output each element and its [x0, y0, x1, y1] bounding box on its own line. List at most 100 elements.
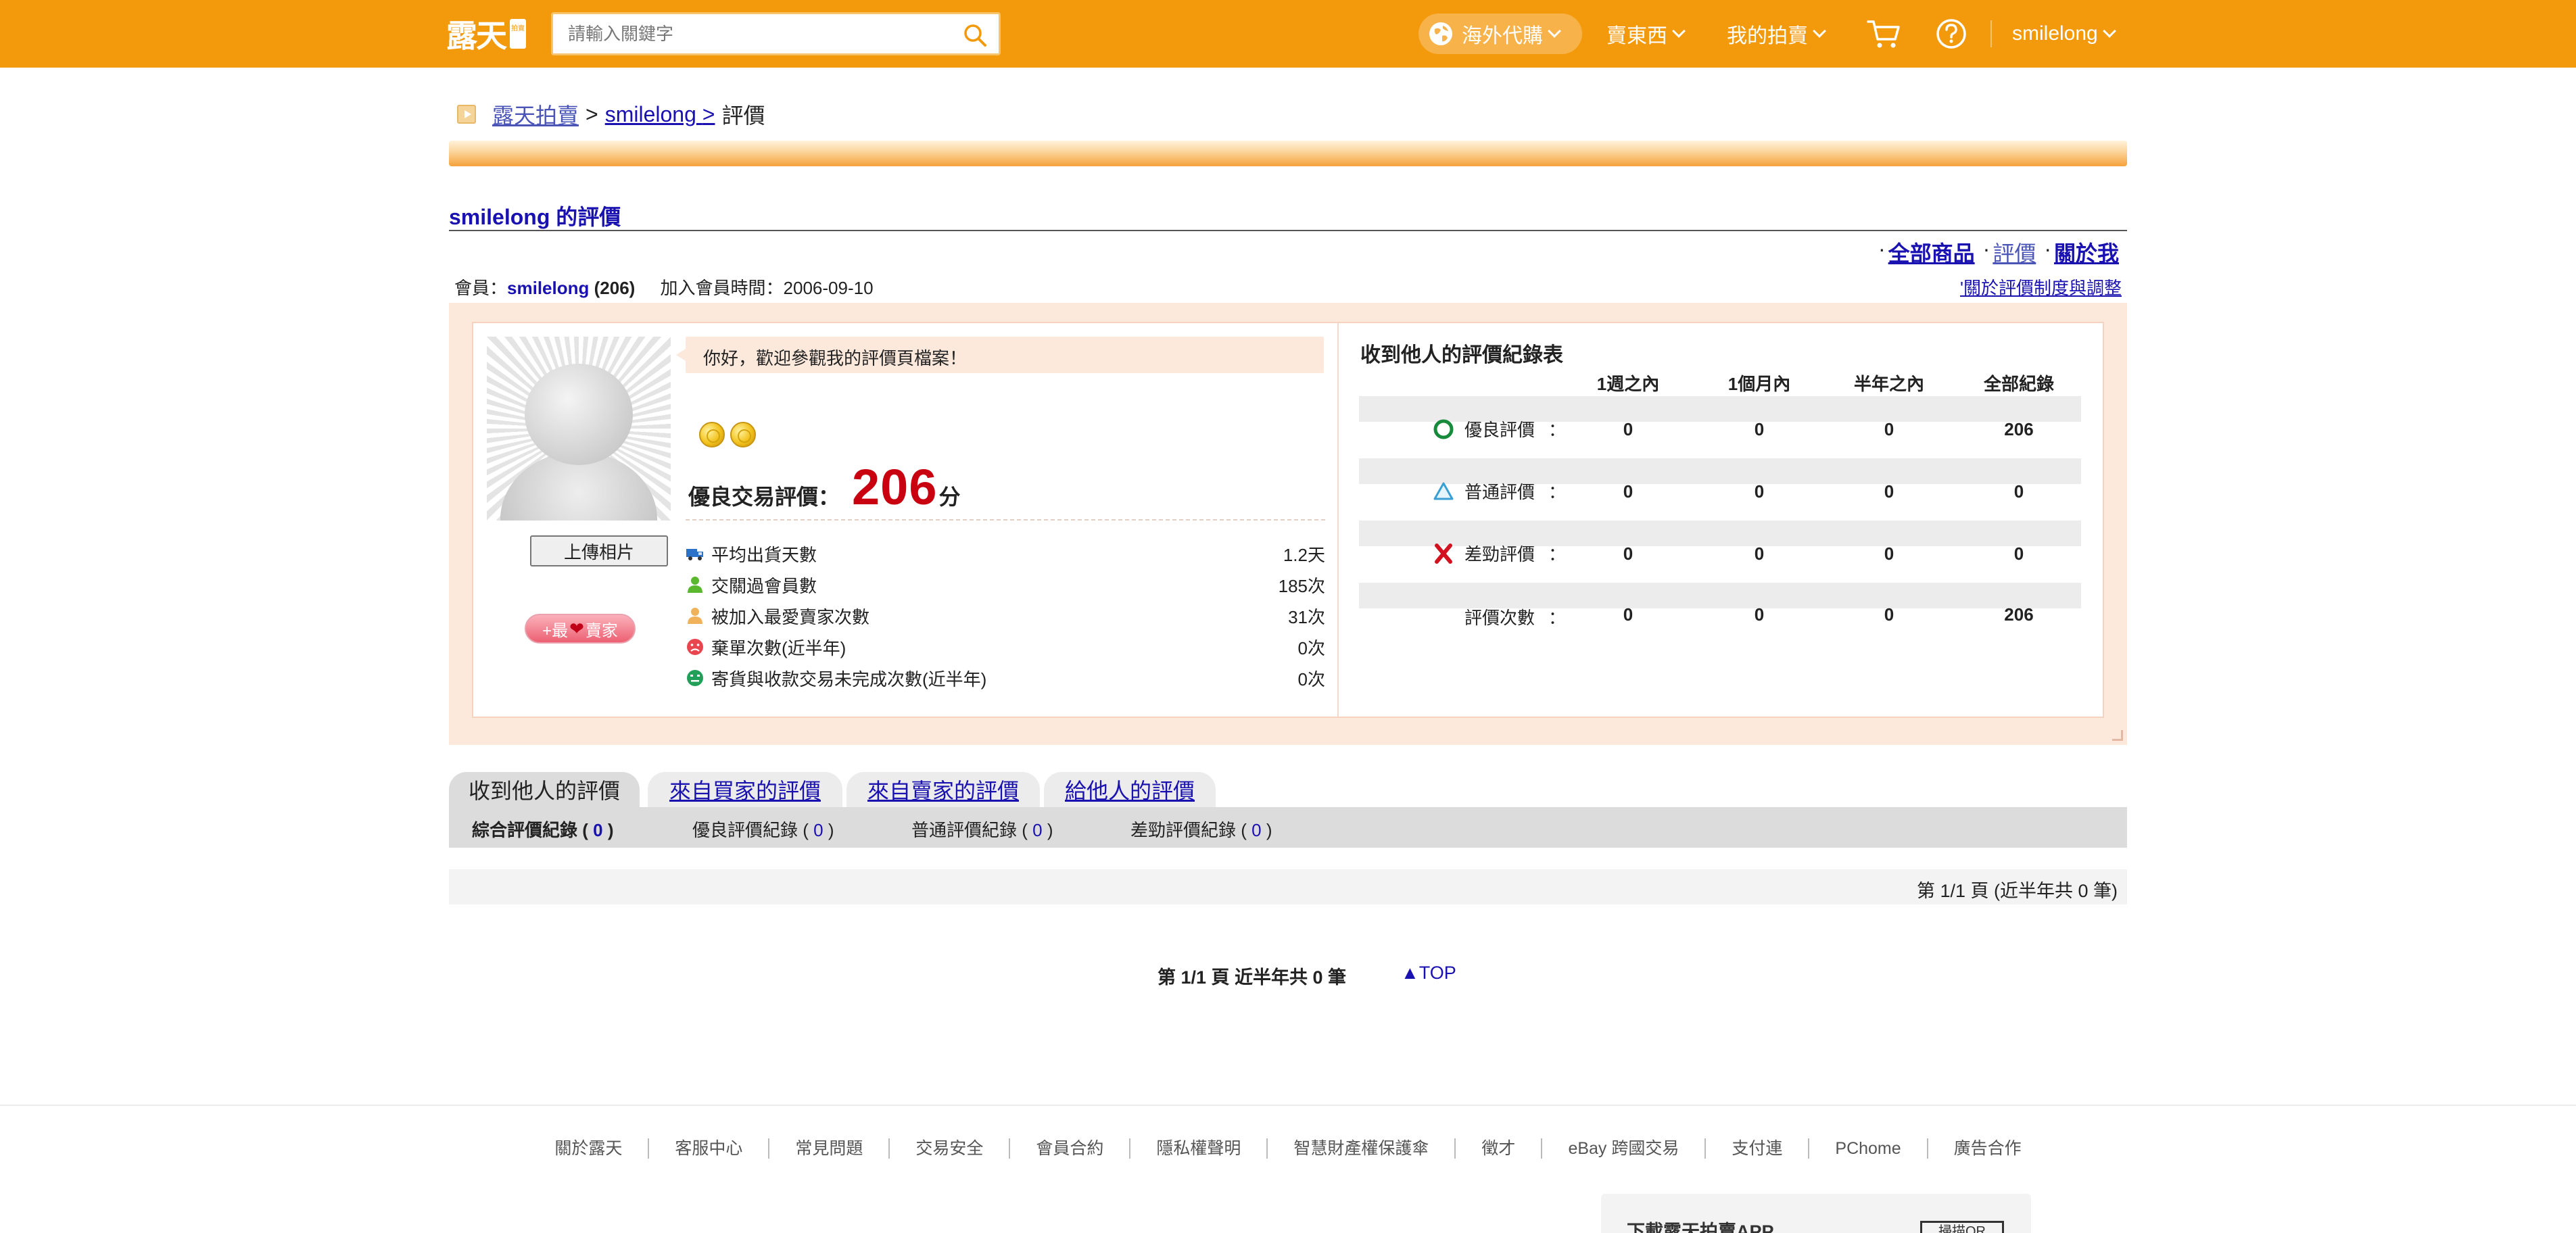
back-to-top-link[interactable]: ▲TOP: [1401, 963, 1456, 984]
subtab-good-ratings[interactable]: 優良評價紀錄 ( 0 ): [692, 817, 834, 842]
stat-row: 平均出貨天數 1.2天: [686, 538, 1325, 569]
abandon-icon: [687, 639, 703, 655]
rating-cell: 0: [2013, 481, 2024, 502]
footer-links: 關於露天 客服中心 常見問題 交易安全 會員合約 隱私權聲明 智慧財產權保護傘 …: [0, 1138, 2576, 1159]
subtab-all-ratings[interactable]: 綜合評價紀錄 ( 0 ): [472, 817, 613, 842]
subtab-bad-ratings[interactable]: 差勁評價紀錄 ( 0 ): [1130, 817, 1272, 842]
rating-cell: 0: [1884, 543, 1894, 564]
footer-link[interactable]: 關於露天: [529, 1138, 650, 1159]
footer-link[interactable]: 交易安全: [890, 1138, 1011, 1159]
avatar-head: [525, 364, 633, 465]
greeting-bubble: 你好，歡迎參觀我的評價頁檔案！: [676, 337, 1324, 373]
rating-cell: 0: [1623, 604, 1633, 625]
footer-link[interactable]: 客服中心: [649, 1138, 770, 1159]
footer-link[interactable]: 支付連: [1706, 1138, 1810, 1159]
search-input[interactable]: [553, 14, 945, 53]
ratings-link[interactable]: 評價: [1993, 237, 2036, 268]
subtab-neutral-ratings[interactable]: 普通評價紀錄 ( 0 ): [911, 817, 1053, 842]
breadcrumb-user-link[interactable]: smilelong >: [605, 102, 715, 127]
stat-row: 寄貨與收款交易未完成次數(近半年) 0次: [686, 662, 1325, 694]
tab-given-ratings[interactable]: 給他人的評價: [1044, 772, 1216, 807]
chevron-down-icon: [1672, 24, 1686, 38]
rating-policy-link[interactable]: '關於評價制度與調整: [1960, 274, 2122, 299]
all-items-link[interactable]: 全部商品: [1888, 237, 1975, 268]
stat-label: 交關過會員數: [711, 575, 817, 596]
footer-link[interactable]: 會員合約: [1010, 1138, 1131, 1159]
rating-summary-card: 上傳相片 +最 ❤ 賣家 你好，歡迎參觀我的評價頁檔案！ 優良交易評價： 206 分…: [472, 322, 2104, 718]
about-me-link[interactable]: 關於我: [2054, 237, 2119, 268]
subtab-label: 優良評價紀錄: [692, 820, 798, 840]
cart-icon[interactable]: [1866, 18, 1901, 50]
rating-policy-text: 關於評價制度與調整: [1963, 278, 2122, 298]
rating-cell: 0: [1754, 419, 1765, 439]
resize-corner-icon: [2112, 730, 2123, 741]
rating-row-label: 優良評價 ：: [1432, 416, 1566, 441]
footer-link[interactable]: PChome: [1809, 1138, 1928, 1159]
overseas-purchase-button[interactable]: 海外代購: [1418, 14, 1582, 54]
member-rating-count: (206): [594, 278, 636, 298]
subtab-label: 差勁評價紀錄: [1130, 820, 1237, 840]
logo-text: 露天: [446, 18, 507, 54]
breadcrumb-current: 評價: [721, 103, 765, 128]
my-auction-label: 我的拍賣: [1727, 25, 1808, 47]
score-unit: 分: [938, 485, 961, 509]
nav-divider: [1990, 20, 1992, 47]
rating-label-text: 評價次數: [1464, 608, 1535, 628]
upload-photo-button[interactable]: 上傳相片: [530, 535, 668, 566]
footer-link[interactable]: eBay 跨國交易: [1542, 1138, 1707, 1159]
stat-label: 棄單次數(近半年): [711, 637, 846, 658]
chevron-down-icon: [2102, 24, 2116, 38]
rating-colon: ：: [1548, 482, 1567, 502]
logo-badge: 拍賣: [510, 19, 526, 49]
panel-divider: [1337, 323, 1339, 717]
bottom-pager-summary: 第 1/1 頁 近半年共 0 筆: [1158, 967, 1347, 988]
column-header: 1個月內: [1727, 374, 1791, 394]
footer-link[interactable]: 智慧財產權保護傘: [1268, 1138, 1456, 1159]
breadcrumb-home-link[interactable]: 露天拍賣: [492, 99, 579, 130]
footer-link[interactable]: 廣告合作: [1928, 1138, 2047, 1159]
rating-cell: 206: [2004, 604, 2034, 625]
footer-divider: [0, 1105, 2576, 1106]
add-favorite-seller-button[interactable]: +最 ❤ 賣家: [525, 614, 636, 644]
breadcrumb-arrow-icon: [457, 105, 476, 124]
help-icon[interactable]: [1935, 18, 1967, 50]
footer-link[interactable]: 徵才: [1456, 1138, 1543, 1159]
heart-icon: ❤: [569, 618, 584, 639]
subtab-count: 0: [1251, 820, 1262, 840]
stat-label: 平均出貨天數: [711, 544, 817, 565]
site-logo[interactable]: 露天 拍賣: [446, 15, 526, 54]
tab-received-ratings[interactable]: 收到他人的評價: [449, 772, 640, 807]
search-icon[interactable]: [962, 22, 988, 48]
qr-code-button[interactable]: 掃描QR: [1920, 1221, 2004, 1233]
sell-menu[interactable]: 賣東西: [1606, 20, 1686, 47]
tab-from-buyers[interactable]: 來自買家的評價: [648, 772, 842, 807]
rating-colon: ：: [1548, 544, 1567, 564]
member-info: 會員：smilelong (206) 加入會員時間：2006-09-10: [454, 274, 874, 299]
top-nav-bar: 露天 拍賣 海外代購 賣東西 我的拍賣 smilelong: [0, 0, 2576, 68]
pager-summary: 第 1/1 頁 (近半年共 0 筆): [1916, 881, 2118, 901]
footer-link[interactable]: 常見問題: [769, 1138, 890, 1159]
rating-cell: 0: [1623, 543, 1633, 564]
rating-label-text: 優良評價: [1464, 420, 1535, 440]
rating-cell: 206: [2004, 419, 2034, 439]
rating-label-text: 普通評價: [1464, 482, 1535, 502]
member-name-link[interactable]: smilelong: [507, 278, 589, 298]
avatar: [487, 337, 671, 521]
overseas-label: 海外代購: [1462, 25, 1543, 47]
tab-from-sellers[interactable]: 來自賣家的評價: [846, 772, 1040, 807]
my-auction-menu[interactable]: 我的拍賣: [1727, 20, 1826, 47]
link-bullet: ·: [1878, 237, 1886, 261]
truck-icon: [686, 549, 703, 560]
member-icon: [688, 577, 702, 593]
rating-score: 優良交易評價： 206 分: [688, 458, 961, 516]
favorite-button-left: +最: [542, 621, 569, 640]
footer-link[interactable]: 隱私權聲明: [1130, 1138, 1268, 1159]
page-title: smilelong 的評價: [449, 205, 621, 229]
stat-value: 31次: [1288, 606, 1325, 627]
stat-row: 被加入最愛賣家次數 31次: [686, 600, 1325, 631]
breadcrumb-separator: >: [586, 101, 598, 126]
column-header: 1週之內: [1596, 374, 1660, 394]
breadcrumb: 露天拍賣 > smilelong > 評價: [457, 99, 765, 130]
breadcrumb-user-text: smilelong: [604, 101, 696, 126]
user-menu[interactable]: smilelong: [2012, 20, 2116, 47]
